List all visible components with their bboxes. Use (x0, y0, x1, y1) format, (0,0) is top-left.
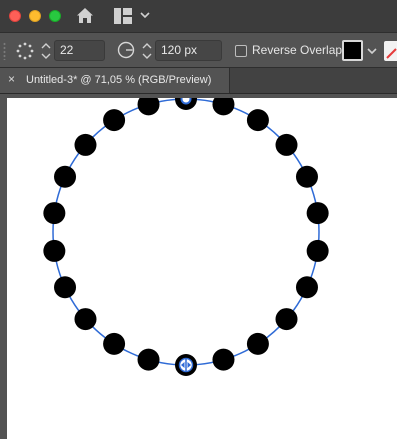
dot[interactable] (74, 308, 97, 331)
fill-color-swatch[interactable] (342, 40, 363, 61)
dot[interactable] (103, 109, 126, 132)
window-close-button[interactable] (9, 10, 21, 22)
dot[interactable] (295, 165, 318, 188)
chevron-down-icon[interactable] (140, 11, 150, 19)
artboard[interactable] (7, 98, 397, 439)
count-stepper-icon[interactable] (41, 41, 51, 61)
dot[interactable] (43, 239, 66, 262)
canvas-area (0, 94, 397, 439)
dot[interactable] (43, 202, 66, 225)
dot[interactable] (137, 348, 160, 371)
window-minimize-button[interactable] (29, 10, 41, 22)
start-anchor-handle[interactable] (180, 98, 192, 105)
dot[interactable] (212, 348, 235, 371)
count-input[interactable]: 22 (54, 40, 105, 61)
radius-input[interactable]: 120 px (155, 40, 222, 61)
options-bar: 22 120 px Reverse Overlap (0, 32, 397, 68)
stroke-none-icon[interactable] (384, 41, 397, 61)
dotted-circle-artwork[interactable] (7, 98, 397, 439)
dot[interactable] (306, 239, 329, 262)
dot[interactable] (306, 202, 329, 225)
dot[interactable] (74, 133, 97, 156)
radius-stepper-icon[interactable] (142, 41, 152, 61)
chevron-down-icon[interactable] (367, 47, 377, 55)
title-bar (0, 0, 397, 32)
dot[interactable] (103, 332, 126, 355)
document-tab-title: Untitled-3* @ 71,05 % (RGB/Preview) (26, 74, 212, 86)
dot[interactable] (54, 165, 77, 188)
dot[interactable] (246, 332, 269, 355)
home-icon[interactable] (76, 7, 94, 25)
dot[interactable] (275, 308, 298, 331)
reverse-overlap-checkbox[interactable] (235, 45, 247, 57)
tab-close-icon[interactable]: × (8, 72, 15, 86)
dot[interactable] (212, 98, 235, 116)
dot[interactable] (137, 98, 160, 116)
window-maximize-button[interactable] (49, 10, 61, 22)
end-anchor-handle[interactable] (178, 357, 194, 373)
document-tab-bar: × Untitled-3* @ 71,05 % (RGB/Preview) (0, 68, 397, 94)
dot[interactable] (246, 109, 269, 132)
dot[interactable] (275, 133, 298, 156)
document-tab[interactable]: × Untitled-3* @ 71,05 % (RGB/Preview) (0, 68, 230, 93)
dot[interactable] (295, 276, 318, 299)
radius-icon (117, 41, 135, 59)
reverse-overlap-label: Reverse Overlap (252, 43, 343, 57)
dot-count-icon (16, 42, 34, 60)
panel-grip[interactable] (3, 42, 6, 60)
dot[interactable] (54, 276, 77, 299)
workspace-layout-icon[interactable] (114, 8, 132, 24)
